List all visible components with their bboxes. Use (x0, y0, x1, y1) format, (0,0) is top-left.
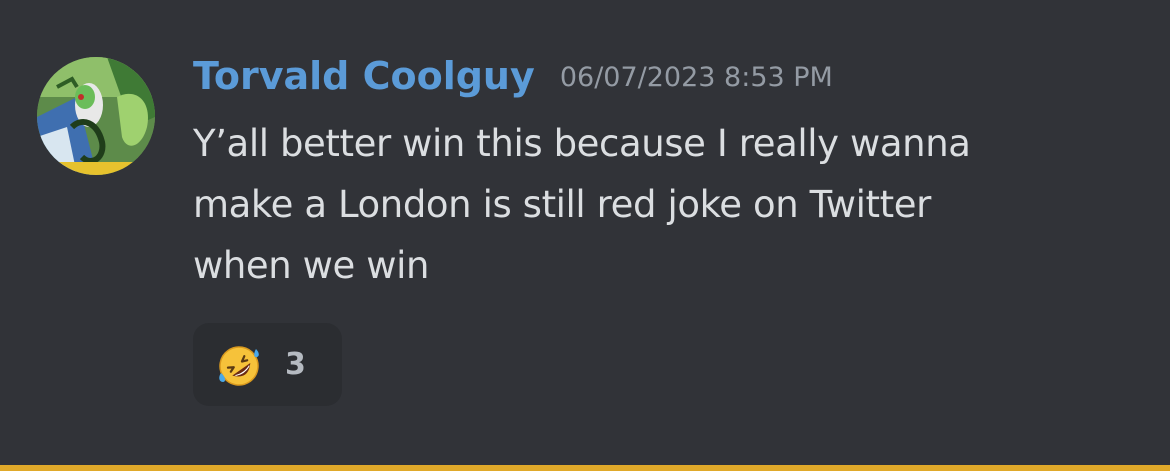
reaction-count: 3 (285, 347, 306, 382)
username[interactable]: Torvald Coolguy (193, 54, 535, 98)
message-content: Y’all better win this because I really w… (193, 113, 1123, 296)
user-avatar[interactable] (37, 57, 155, 175)
message-line: when we win (193, 244, 430, 287)
chat-message: Torvald Coolguy 06/07/2023 8:53 PM Y’all… (0, 0, 1170, 465)
message-timestamp: 06/07/2023 8:53 PM (559, 62, 833, 93)
message-header: Torvald Coolguy 06/07/2023 8:53 PM (193, 54, 833, 104)
rolling-on-the-floor-laughing-icon (216, 343, 262, 389)
reaction-button[interactable]: 3 (193, 323, 342, 406)
avatar-image (37, 57, 155, 175)
message-line: make a London is still red joke on Twitt… (193, 183, 931, 226)
message-line: Y’all better win this because I really w… (193, 122, 971, 165)
bottom-divider (0, 465, 1170, 471)
